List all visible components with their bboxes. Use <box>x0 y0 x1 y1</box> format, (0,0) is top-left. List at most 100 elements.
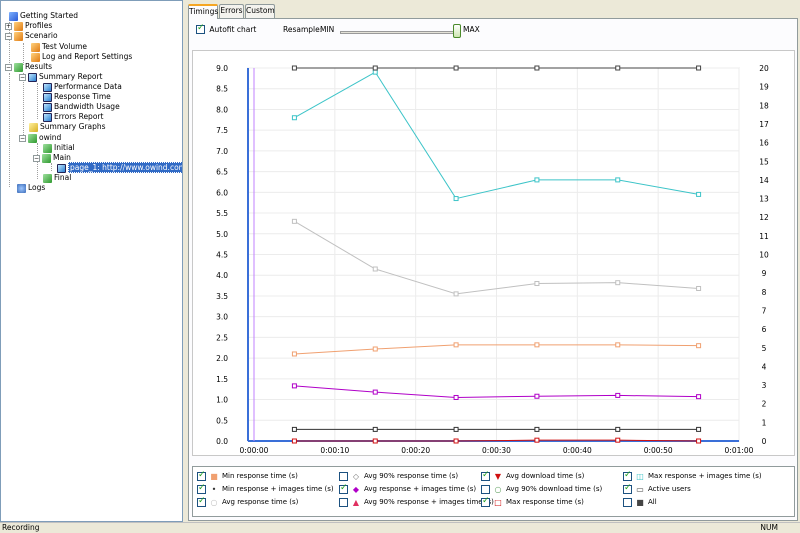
legend-checkbox[interactable] <box>623 470 632 481</box>
y-left-tick-label: 4.5 <box>216 251 228 260</box>
tab-timings[interactable]: Timings <box>188 4 218 19</box>
resample-label: Resample: <box>283 25 323 34</box>
data-point <box>534 437 540 443</box>
tree-item-log-report-settings[interactable]: Log and Report Settings <box>29 52 132 62</box>
report-icon <box>28 72 37 82</box>
report-icon <box>43 82 52 92</box>
legend-label: Avg 90% response time (s) <box>364 472 459 480</box>
report-icon <box>43 112 52 122</box>
legend-checkbox[interactable] <box>481 470 490 481</box>
data-point <box>534 65 540 71</box>
tree-item-profiles[interactable]: + Profiles <box>5 21 52 31</box>
legend-checkbox[interactable] <box>197 496 206 507</box>
chart-legend: ■ Min response time (s) ◇ Avg 90% response … <box>192 466 795 517</box>
legend-checkbox[interactable] <box>339 498 348 507</box>
y-left-tick-label: 4.0 <box>216 271 228 280</box>
legend-item[interactable]: • Min response + images time (s) <box>197 483 334 495</box>
legend-item[interactable]: □ Max response time (s) <box>481 496 584 508</box>
tree-item-scenario[interactable]: − Scenario <box>5 31 58 41</box>
legend-label: Min response + images time (s) <box>222 485 334 493</box>
collapse-icon[interactable]: − <box>19 134 26 142</box>
data-point <box>291 351 297 357</box>
y-right-tick-label: 0 <box>762 437 767 446</box>
legend-item[interactable]: ▲ Avg 90% response + images time (s) <box>339 497 494 508</box>
legend-checkbox[interactable] <box>623 483 632 494</box>
tree-item-getting-started[interactable]: Getting Started <box>7 11 78 21</box>
x-tick-label: 0:00:10 <box>320 446 349 455</box>
results-icon <box>14 62 23 72</box>
resample-slider[interactable] <box>340 31 457 34</box>
data-point <box>696 191 702 197</box>
tree-item-initial[interactable]: Initial <box>41 143 75 153</box>
tree-item-response-time[interactable]: Response Time <box>41 92 111 102</box>
legend-checkbox[interactable] <box>339 472 348 481</box>
report-icon <box>43 92 52 102</box>
legend-label: Max response time (s) <box>506 498 584 506</box>
tree-item-summary-graphs[interactable]: Summary Graphs <box>27 122 106 132</box>
legend-symbol-icon: ○ <box>210 498 218 507</box>
resample-slider-thumb[interactable] <box>453 24 461 38</box>
tree-item-test-volume[interactable]: Test Volume <box>29 42 87 52</box>
y-left-tick-label: 5.5 <box>216 209 228 218</box>
tree-item-performance-data[interactable]: Performance Data <box>41 82 122 92</box>
legend-item[interactable]: ◆ Avg response + images time (s) <box>339 483 476 495</box>
legend-item[interactable]: ▼ Avg download time (s) <box>481 470 584 482</box>
legend-checkbox[interactable] <box>481 485 490 494</box>
legend-checkbox[interactable] <box>197 483 206 494</box>
tree-item-errors-report[interactable]: Errors Report <box>41 112 103 122</box>
tree-item-main[interactable]: − Main <box>33 153 71 163</box>
y-left-tick-label: 3.0 <box>216 313 228 322</box>
legend-item[interactable]: ○ Avg 90% download time (s) <box>481 484 602 495</box>
collapse-icon[interactable]: − <box>5 32 12 40</box>
legend-item[interactable]: ○ Avg response time (s) <box>197 496 298 508</box>
tree-item-bandwidth-usage[interactable]: Bandwidth Usage <box>41 102 120 112</box>
data-point <box>534 426 540 432</box>
collapse-icon[interactable]: − <box>33 154 40 162</box>
page-icon <box>42 153 51 163</box>
autofit-checkbox[interactable] <box>196 23 205 34</box>
legend-checkbox[interactable] <box>339 483 348 494</box>
tree-item-results[interactable]: − Results <box>5 62 52 72</box>
legend-checkbox[interactable] <box>197 470 206 481</box>
y-right-tick-label: 4 <box>762 362 767 371</box>
legend-label: Min response time (s) <box>222 472 298 480</box>
legend-item[interactable]: ◇ Avg 90% response time (s) <box>339 471 458 482</box>
tree-item-page-1[interactable]: page_1: http://www.owind.com/ <box>55 162 182 173</box>
tree-item-summary-report[interactable]: − Summary Report <box>19 72 103 82</box>
legend-checkbox[interactable] <box>623 498 632 507</box>
data-point <box>453 196 459 202</box>
autofit-label: Autofit chart <box>209 24 257 34</box>
data-point <box>696 285 702 291</box>
data-point <box>372 65 378 71</box>
resample-max-label: MAX <box>463 25 480 34</box>
legend-item[interactable]: ◫ Max response + images time (s) <box>623 470 762 482</box>
legend-item[interactable]: ■ All <box>623 497 657 508</box>
collapse-icon[interactable]: − <box>19 73 26 81</box>
legend-symbol-icon: □ <box>494 498 502 507</box>
y-right-tick-label: 1 <box>762 418 767 427</box>
data-point <box>615 65 621 71</box>
legend-label: All <box>648 498 657 506</box>
tree-item-owind[interactable]: − owind <box>19 133 61 143</box>
y-right-tick-label: 7 <box>762 306 767 315</box>
y-right-tick-label: 17 <box>759 120 769 129</box>
y-left-tick-label: 6.0 <box>216 188 228 197</box>
tab-errors[interactable]: Errors <box>219 4 244 18</box>
tab-custom[interactable]: Custom <box>245 4 275 18</box>
tree-item-final[interactable]: Final <box>41 173 71 183</box>
y-left-tick-label: 7.5 <box>216 126 228 135</box>
legend-symbol-icon: • <box>211 485 217 494</box>
data-point <box>696 426 702 432</box>
legend-item[interactable]: ■ Min response time (s) <box>197 470 298 482</box>
legend-checkbox[interactable] <box>481 496 490 507</box>
tree-item-logs[interactable]: Logs <box>15 183 45 193</box>
navigation-tree[interactable]: Getting Started + Profiles − Scenario Test… <box>0 0 183 522</box>
test-volume-icon <box>31 42 40 52</box>
expand-icon[interactable]: + <box>5 22 12 30</box>
y-right-tick-label: 9 <box>762 269 767 278</box>
collapse-icon[interactable]: − <box>5 63 12 71</box>
y-right-tick-label: 8 <box>762 288 767 297</box>
data-point <box>291 426 297 432</box>
legend-item[interactable]: ▭ Active users <box>623 483 691 495</box>
x-tick-label: 0:00:00 <box>240 446 269 455</box>
